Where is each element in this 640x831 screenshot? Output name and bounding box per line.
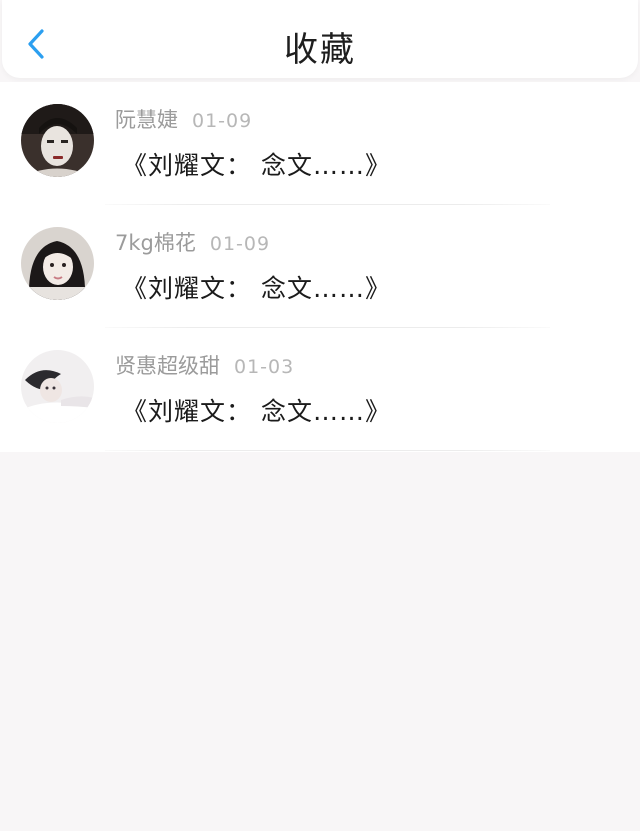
favorites-list: 阮慧婕 01-09 《刘耀文： 念文……》 7kg棉花 01-09 《刘耀文： … — [0, 82, 640, 452]
item-meta: 7kg棉花 01-09 — [115, 227, 270, 257]
user-avatar[interactable] — [21, 104, 94, 177]
list-item[interactable]: 贤惠超级甜 01-03 《刘耀文： 念文……》 — [0, 328, 640, 451]
item-meta: 贤惠超级甜 01-03 — [115, 350, 294, 380]
item-title[interactable]: 《刘耀文： 念文……》 — [122, 392, 391, 428]
user-avatar[interactable] — [21, 350, 94, 423]
user-name: 阮慧婕 — [115, 108, 178, 132]
user-name: 7kg棉花 — [115, 231, 196, 255]
list-item[interactable]: 7kg棉花 01-09 《刘耀文： 念文……》 — [0, 205, 640, 328]
item-title[interactable]: 《刘耀文： 念文……》 — [122, 146, 391, 182]
item-divider — [105, 450, 550, 451]
favorites-page: 收藏 阮慧婕 01-09 《刘耀文： 念文……》 7kg棉花 01-09 《刘耀… — [0, 0, 640, 831]
item-meta: 阮慧婕 01-09 — [115, 104, 252, 134]
user-avatar[interactable] — [21, 227, 94, 300]
item-date: 01-09 — [192, 110, 253, 132]
item-title[interactable]: 《刘耀文： 念文……》 — [122, 269, 391, 305]
list-item[interactable]: 阮慧婕 01-09 《刘耀文： 念文……》 — [0, 82, 640, 205]
user-name: 贤惠超级甜 — [115, 354, 220, 378]
item-date: 01-03 — [234, 356, 295, 378]
page-title: 收藏 — [284, 30, 356, 70]
header-bar: 收藏 — [2, 0, 638, 78]
item-date: 01-09 — [209, 233, 271, 255]
